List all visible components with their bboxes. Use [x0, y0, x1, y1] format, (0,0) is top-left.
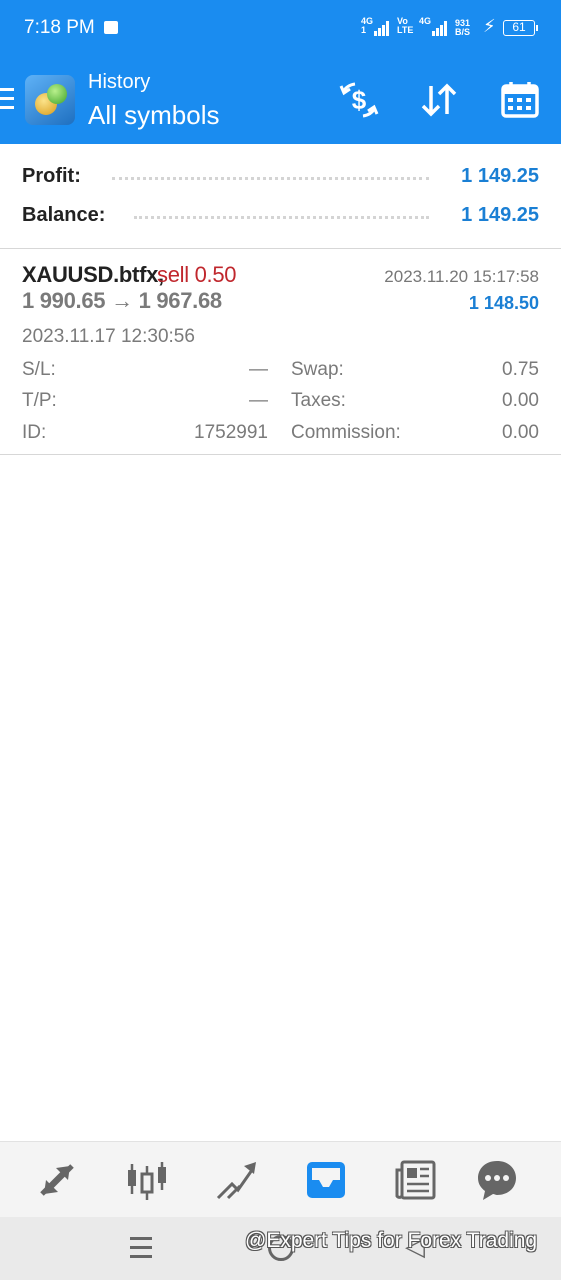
deal-close-time: 2023.11.20 15:17:58	[384, 267, 539, 286]
deal-symbol: XAUUSD.btfx,	[22, 262, 164, 287]
taxes-value: 0.00	[502, 390, 539, 411]
sl-label: S/L:	[22, 359, 56, 380]
history-summary: Profit: 1 149.25 Balance: 1 149.25	[0, 144, 561, 249]
taxes-label: Taxes:	[291, 390, 346, 411]
commission-value: 0.00	[502, 422, 539, 443]
tp-value: —	[249, 390, 268, 411]
chart-icon[interactable]	[124, 1158, 170, 1202]
calendar-icon[interactable]	[498, 78, 542, 122]
app-logo[interactable]	[25, 75, 75, 125]
network-speed: 931 B/S	[455, 18, 471, 37]
id-value: 1752991	[194, 422, 268, 443]
dotted-leader	[112, 177, 429, 180]
sim2-network-label: 4G	[419, 16, 432, 26]
sl-value: —	[249, 359, 268, 380]
swap-value: 0.75	[502, 359, 539, 380]
watermark: @Expert Tips for Forex Trading	[245, 1229, 538, 1252]
dotted-leader	[134, 216, 429, 219]
commission-label: Commission:	[291, 422, 401, 443]
trade-icon[interactable]	[214, 1158, 260, 1202]
sim1-network-label: 4G 1	[361, 16, 374, 35]
deal-prices: 1 990.65 → 1 967.68	[22, 288, 222, 314]
sim-card-icon	[104, 21, 118, 34]
charging-icon: ⚡	[483, 16, 496, 36]
status-time: 7:18 PM	[24, 17, 95, 38]
signal-icon	[432, 20, 448, 36]
battery-indicator: 61	[503, 20, 538, 36]
deal-detail-row: S/L: — Swap: 0.75	[22, 359, 539, 385]
profit-row: Profit: 1 149.25	[22, 163, 539, 193]
balance-label: Balance:	[22, 204, 114, 227]
status-bar: 7:18 PM 4G 1 Vo LTE 4G 931 B/S ⚡ 61	[0, 0, 561, 58]
close-price: 1 967.68	[138, 288, 223, 313]
swap-label: Swap:	[291, 359, 344, 380]
menu-icon[interactable]	[0, 88, 14, 110]
deal-open-time: 2023.11.17 12:30:56	[22, 326, 195, 347]
profit-value: 1 149.25	[453, 165, 539, 188]
news-icon[interactable]	[394, 1158, 440, 1202]
svg-text:$: $	[352, 85, 367, 115]
deal-profit: 1 148.50	[468, 293, 539, 313]
sort-icon[interactable]	[417, 78, 461, 122]
volte-label: Vo LTE	[397, 16, 414, 35]
deal-list-item[interactable]: XAUUSD.btfx, sell 0.50 2023.11.20 15:17:…	[0, 250, 561, 455]
deal-detail-row: ID: 1752991 Commission: 0.00	[22, 422, 539, 448]
balance-value: 1 149.25	[453, 204, 539, 227]
signal-icon	[374, 20, 390, 36]
messages-icon[interactable]	[475, 1158, 521, 1202]
balance-row: Balance: 1 149.25	[22, 202, 539, 232]
dollar-swap-icon[interactable]: $	[337, 78, 381, 122]
page-title[interactable]: All symbols	[88, 100, 219, 131]
open-price: 1 990.65	[22, 288, 106, 313]
deal-side-volume: sell 0.50	[157, 262, 237, 287]
recent-apps-icon[interactable]	[130, 1237, 152, 1264]
deal-detail-row: T/P: — Taxes: 0.00	[22, 390, 539, 416]
arrow-right-icon: →	[111, 288, 133, 313]
quotes-icon[interactable]	[34, 1158, 80, 1202]
page-subtitle: History	[88, 71, 151, 93]
id-label: ID:	[22, 422, 47, 443]
tp-label: T/P:	[22, 390, 57, 411]
app-bar: History All symbols $	[0, 58, 561, 144]
history-icon[interactable]	[304, 1158, 350, 1202]
bottom-navigation	[0, 1141, 561, 1217]
profit-label: Profit:	[22, 165, 89, 188]
